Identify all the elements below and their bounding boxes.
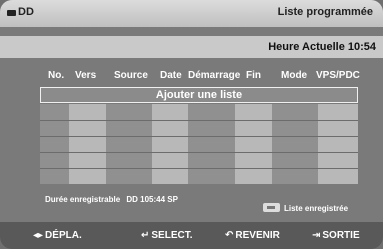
move-label: DÉPLA. [45,230,82,241]
disc-label: DD [18,6,34,18]
return-icon: ↶ [225,230,234,241]
grid-row-divider [40,136,358,137]
header-end: Fin [246,70,261,81]
screen-frame: DD Liste programmée Heure Actuelle 10:54… [0,0,383,249]
grid-column-end [235,104,272,184]
footer-bar: ◂▸ DÉPLA. ↵ SELECT. ↶ REVENIR ⇥ SORTIE [0,222,383,249]
grid-column-mode [272,104,318,184]
grid-column-vps-pdc [318,104,358,184]
exit-icon: ⇥ [312,230,321,241]
disc-drive-icon [7,10,16,16]
schedule-grid [40,104,358,184]
grid-column-no [40,104,69,184]
header-no: No. [48,70,65,81]
recordable-duration: Durée enregistrable DD 105:44 SP [45,195,178,204]
grid-row-divider [40,120,358,121]
exit-label: SORTIE [322,230,360,241]
screen-title: Liste programmée [277,6,373,18]
grid-column-source [106,104,152,184]
clock-bar: Heure Actuelle 10:54 [0,36,383,58]
header-vers: Vers [75,70,97,81]
header-vps-pdc: VPS/PDC [316,70,360,81]
select-button[interactable]: ↵ SELECT. [141,230,193,241]
grid-column-vers [69,104,106,184]
header-date: Date [160,70,182,81]
header-mode: Mode [281,70,308,81]
back-button[interactable]: ↶ REVENIR [225,230,280,241]
title-bar: DD Liste programmée [0,0,383,27]
grid-row-divider [40,152,358,153]
exit-button[interactable]: ⇥ SORTIE [312,230,360,241]
recorded-list-label[interactable]: Liste enregistrée [284,204,348,213]
current-time: Heure Actuelle 10:54 [268,41,376,53]
enter-icon: ↵ [141,230,150,241]
duration-value: DD 105:44 SP [126,195,178,204]
grid-column-start [188,104,235,184]
move-button[interactable]: ◂▸ DÉPLA. [33,230,82,241]
left-right-arrows-icon: ◂▸ [33,230,44,241]
header-source: Source [114,70,148,81]
grid-row-divider [40,168,358,169]
grid-column-date [152,104,188,184]
back-label: REVENIR [235,230,280,241]
table-headers: No. Vers Source Date Démarrage Fin Mode … [0,70,383,84]
recorded-list-icon [263,203,280,212]
add-list-button[interactable]: Ajouter une liste [40,87,358,103]
select-label: SELECT. [151,230,193,241]
header-start: Démarrage [188,70,241,81]
duration-label: Durée enregistrable [45,195,121,204]
